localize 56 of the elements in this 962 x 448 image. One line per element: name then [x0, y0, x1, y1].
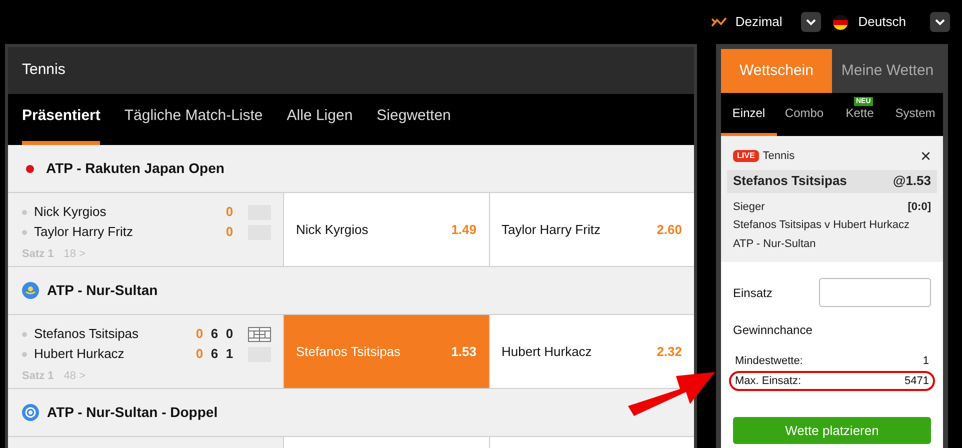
odds-format-label: Dezimal — [735, 13, 782, 32]
language-label: Deutsch — [858, 13, 906, 32]
live-badge: LIVE — [733, 150, 759, 162]
emblem-icon — [22, 282, 39, 299]
stake-label: Einsatz — [733, 284, 772, 302]
league-title: ATP - Nur-Sultan - Doppel — [47, 403, 218, 422]
score-label: [0:0] — [908, 200, 931, 214]
tab[interactable]: Siegwetten — [376, 94, 451, 145]
score: 6 — [210, 325, 220, 344]
stake-input[interactable] — [819, 278, 931, 307]
chevron-down-icon — [806, 18, 816, 26]
emblem-icon — [22, 404, 39, 421]
league-title: ATP - Rakuten Japan Open — [46, 159, 224, 178]
odds-button[interactable] — [283, 437, 488, 448]
dropdown-button[interactable] — [801, 12, 822, 32]
odds-button[interactable]: Nick Kyrgios 1.49 — [283, 193, 488, 266]
win-label: Gewinnchance — [733, 322, 814, 339]
chevron-down-icon — [935, 18, 945, 26]
league-title: ATP - Nur-Sultan — [47, 281, 158, 300]
score: 0 — [194, 345, 204, 364]
tab[interactable]: Präsentiert — [22, 94, 100, 145]
odds-button[interactable] — [488, 437, 694, 448]
bet-type-label: Einzel — [732, 106, 766, 120]
score: 0 — [194, 325, 204, 344]
tab[interactable]: Meine Wetten — [832, 49, 943, 93]
sport-header: Tennis — [8, 47, 694, 94]
player-name: Nick Kyrgios — [34, 203, 108, 222]
bet-type-label: System — [895, 106, 936, 120]
player-name: Hubert Hurkacz — [34, 345, 126, 364]
chart-trend-icon — [711, 16, 728, 28]
score: 1 — [224, 345, 234, 364]
bet-type-tab[interactable]: System — [888, 93, 943, 136]
score: 0 — [224, 325, 234, 344]
sport-label: Tennis — [762, 149, 796, 164]
score: 6 — [210, 345, 220, 364]
limit-row: Max. Einsatz: 5471 — [729, 371, 935, 391]
tab[interactable]: Tägliche Match-Liste — [124, 94, 263, 145]
player-name: Stefanos Tsitsipas — [34, 325, 140, 344]
league-label: ATP - Nur-Sultan — [732, 236, 817, 252]
tab[interactable]: Alle Ligen — [286, 94, 353, 145]
dropdown-button[interactable] — [930, 12, 950, 32]
selection-odds: @1.53 — [893, 172, 931, 190]
score: 0 — [224, 223, 234, 242]
score: 0 — [224, 203, 234, 222]
event-label: Stefanos Tsitsipas v Hubert Hurkacz — [732, 218, 910, 233]
bet-type-label: Combo — [784, 106, 824, 120]
close-button[interactable]: × — [920, 149, 931, 164]
bet-type-label: Kette — [846, 106, 874, 120]
player-name: Taylor Harry Fritz — [34, 223, 134, 242]
limit-row-text: Mindestwette: 1 — [734, 354, 930, 369]
odds-button[interactable]: Hubert Hurkacz 2.32 — [488, 315, 694, 388]
selection-bar: Stefanos Tsitsipas @1.53 — [727, 170, 937, 192]
market-label: Sieger — [733, 200, 765, 214]
odds-button[interactable]: Taylor Harry Fritz 2.60 — [488, 193, 694, 266]
flag-icon — [833, 14, 848, 30]
bet-type-tab[interactable]: Combo — [776, 93, 832, 136]
